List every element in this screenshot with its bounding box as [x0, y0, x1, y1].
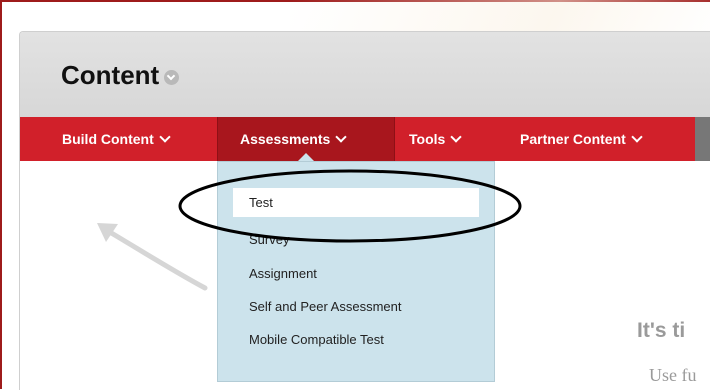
menu-tools[interactable]: Tools [409, 117, 462, 161]
menubar-overflow-segment [695, 117, 710, 161]
menu-build-content[interactable]: Build Content [62, 117, 171, 161]
content-panel: Content Build Content Assessments Tools … [19, 31, 710, 390]
dropdown-item-test[interactable]: Test [233, 188, 479, 217]
page-title: Content [61, 60, 180, 91]
menu-partner-content-label: Partner Content [520, 131, 626, 147]
title-chevron-icon[interactable] [164, 70, 180, 85]
chevron-down-icon [159, 131, 171, 143]
dropdown-item-assignment[interactable]: Assignment [249, 266, 317, 281]
menu-tools-label: Tools [409, 131, 446, 147]
menu-assessments-label: Assessments [240, 131, 331, 147]
page-title-text: Content [61, 60, 160, 90]
chevron-down-icon [631, 131, 643, 143]
dropdown-item-survey[interactable]: Survey [249, 232, 289, 247]
page-header: Content [20, 32, 710, 117]
empty-state-body: Use fu [649, 365, 697, 385]
chevron-down-icon [450, 131, 462, 143]
menu-build-content-label: Build Content [62, 131, 154, 147]
dropdown-item-self-peer-assessment[interactable]: Self and Peer Assessment [249, 299, 401, 314]
assessments-dropdown: Test Survey Assignment Self and Peer Ass… [217, 161, 495, 382]
dropdown-item-mobile-compatible-test[interactable]: Mobile Compatible Test [249, 332, 384, 347]
action-menubar: Build Content Assessments Tools Partner … [20, 117, 710, 161]
empty-state-heading: It's ti [637, 319, 686, 342]
chevron-down-icon [335, 131, 347, 143]
menu-partner-content[interactable]: Partner Content [520, 117, 643, 161]
